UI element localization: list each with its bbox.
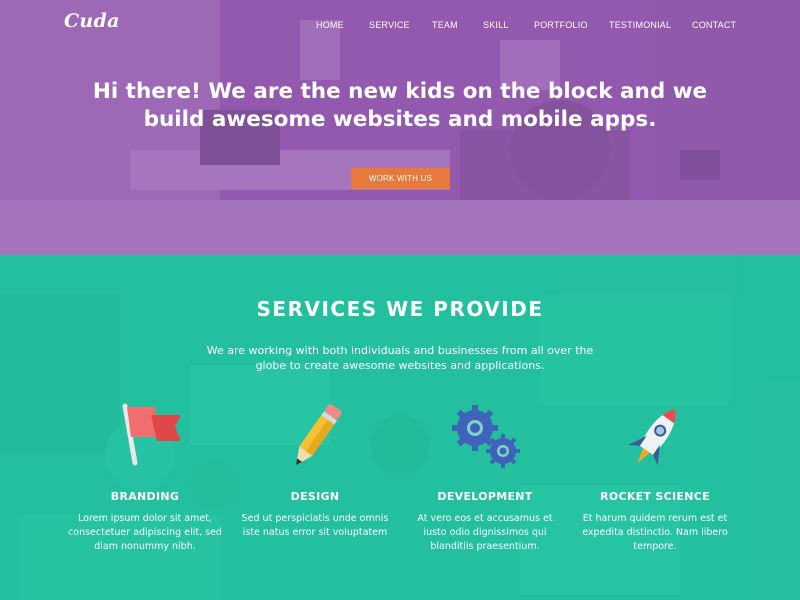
- nav-home[interactable]: HOME: [316, 20, 344, 30]
- service-text: Sed ut perspiciatis unde omnis iste natu…: [241, 513, 389, 538]
- service-name: DESIGN: [290, 490, 340, 503]
- service-name: BRANDING: [110, 490, 180, 503]
- flag-icon: [122, 403, 181, 466]
- work-with-us-button[interactable]: WORK WITH US: [351, 168, 450, 189]
- service-design: DESIGN Sed ut perspiciatis unde omnis is…: [230, 403, 400, 540]
- service-branding: BRANDING Lorem ipsum dolor sit amet, con…: [60, 403, 230, 554]
- service-rocket-science: ROCKET SCIENCE Et harum quidem rerum est…: [570, 403, 740, 554]
- gears-icon: [452, 405, 520, 468]
- nav-skill[interactable]: SKILL: [483, 20, 509, 30]
- nav-team[interactable]: TEAM: [432, 20, 458, 30]
- services-title: SERVICES WE PROVIDE: [256, 297, 544, 321]
- nav-portfolio[interactable]: PORTFOLIO: [534, 20, 588, 30]
- nav-service[interactable]: SERVICE: [369, 20, 410, 30]
- rocket-icon: [628, 409, 676, 466]
- service-text: Et harum quidem rerum est et expedita di…: [582, 513, 728, 552]
- nav-contact[interactable]: CONTACT: [692, 20, 736, 30]
- service-name: ROCKET SCIENCE: [600, 490, 710, 503]
- landing-page: Cuda HOME SERVICE TEAM SKILL PORTFOLIO T…: [0, 0, 800, 600]
- service-text: Lorem ipsum dolor sit amet, consectetuer…: [68, 513, 222, 552]
- hero-title: Hi there! We are the new kids on the blo…: [92, 79, 708, 132]
- service-name: DEVELOPMENT: [437, 490, 533, 503]
- services-section: SERVICES WE PROVIDE We are working with …: [0, 255, 800, 600]
- service-development: DEVELOPMENT At vero eos et accusamus et …: [400, 403, 570, 554]
- services-description: We are working with both individuals and…: [206, 344, 594, 372]
- nav-testimonial[interactable]: TESTIMONIAL: [609, 20, 671, 30]
- brand-logo[interactable]: Cuda: [64, 10, 120, 32]
- service-text: At vero eos et accusamus et iusto odio d…: [417, 513, 553, 552]
- hero-section: Cuda HOME SERVICE TEAM SKILL PORTFOLIO T…: [0, 0, 800, 255]
- pencil-icon: [296, 404, 342, 466]
